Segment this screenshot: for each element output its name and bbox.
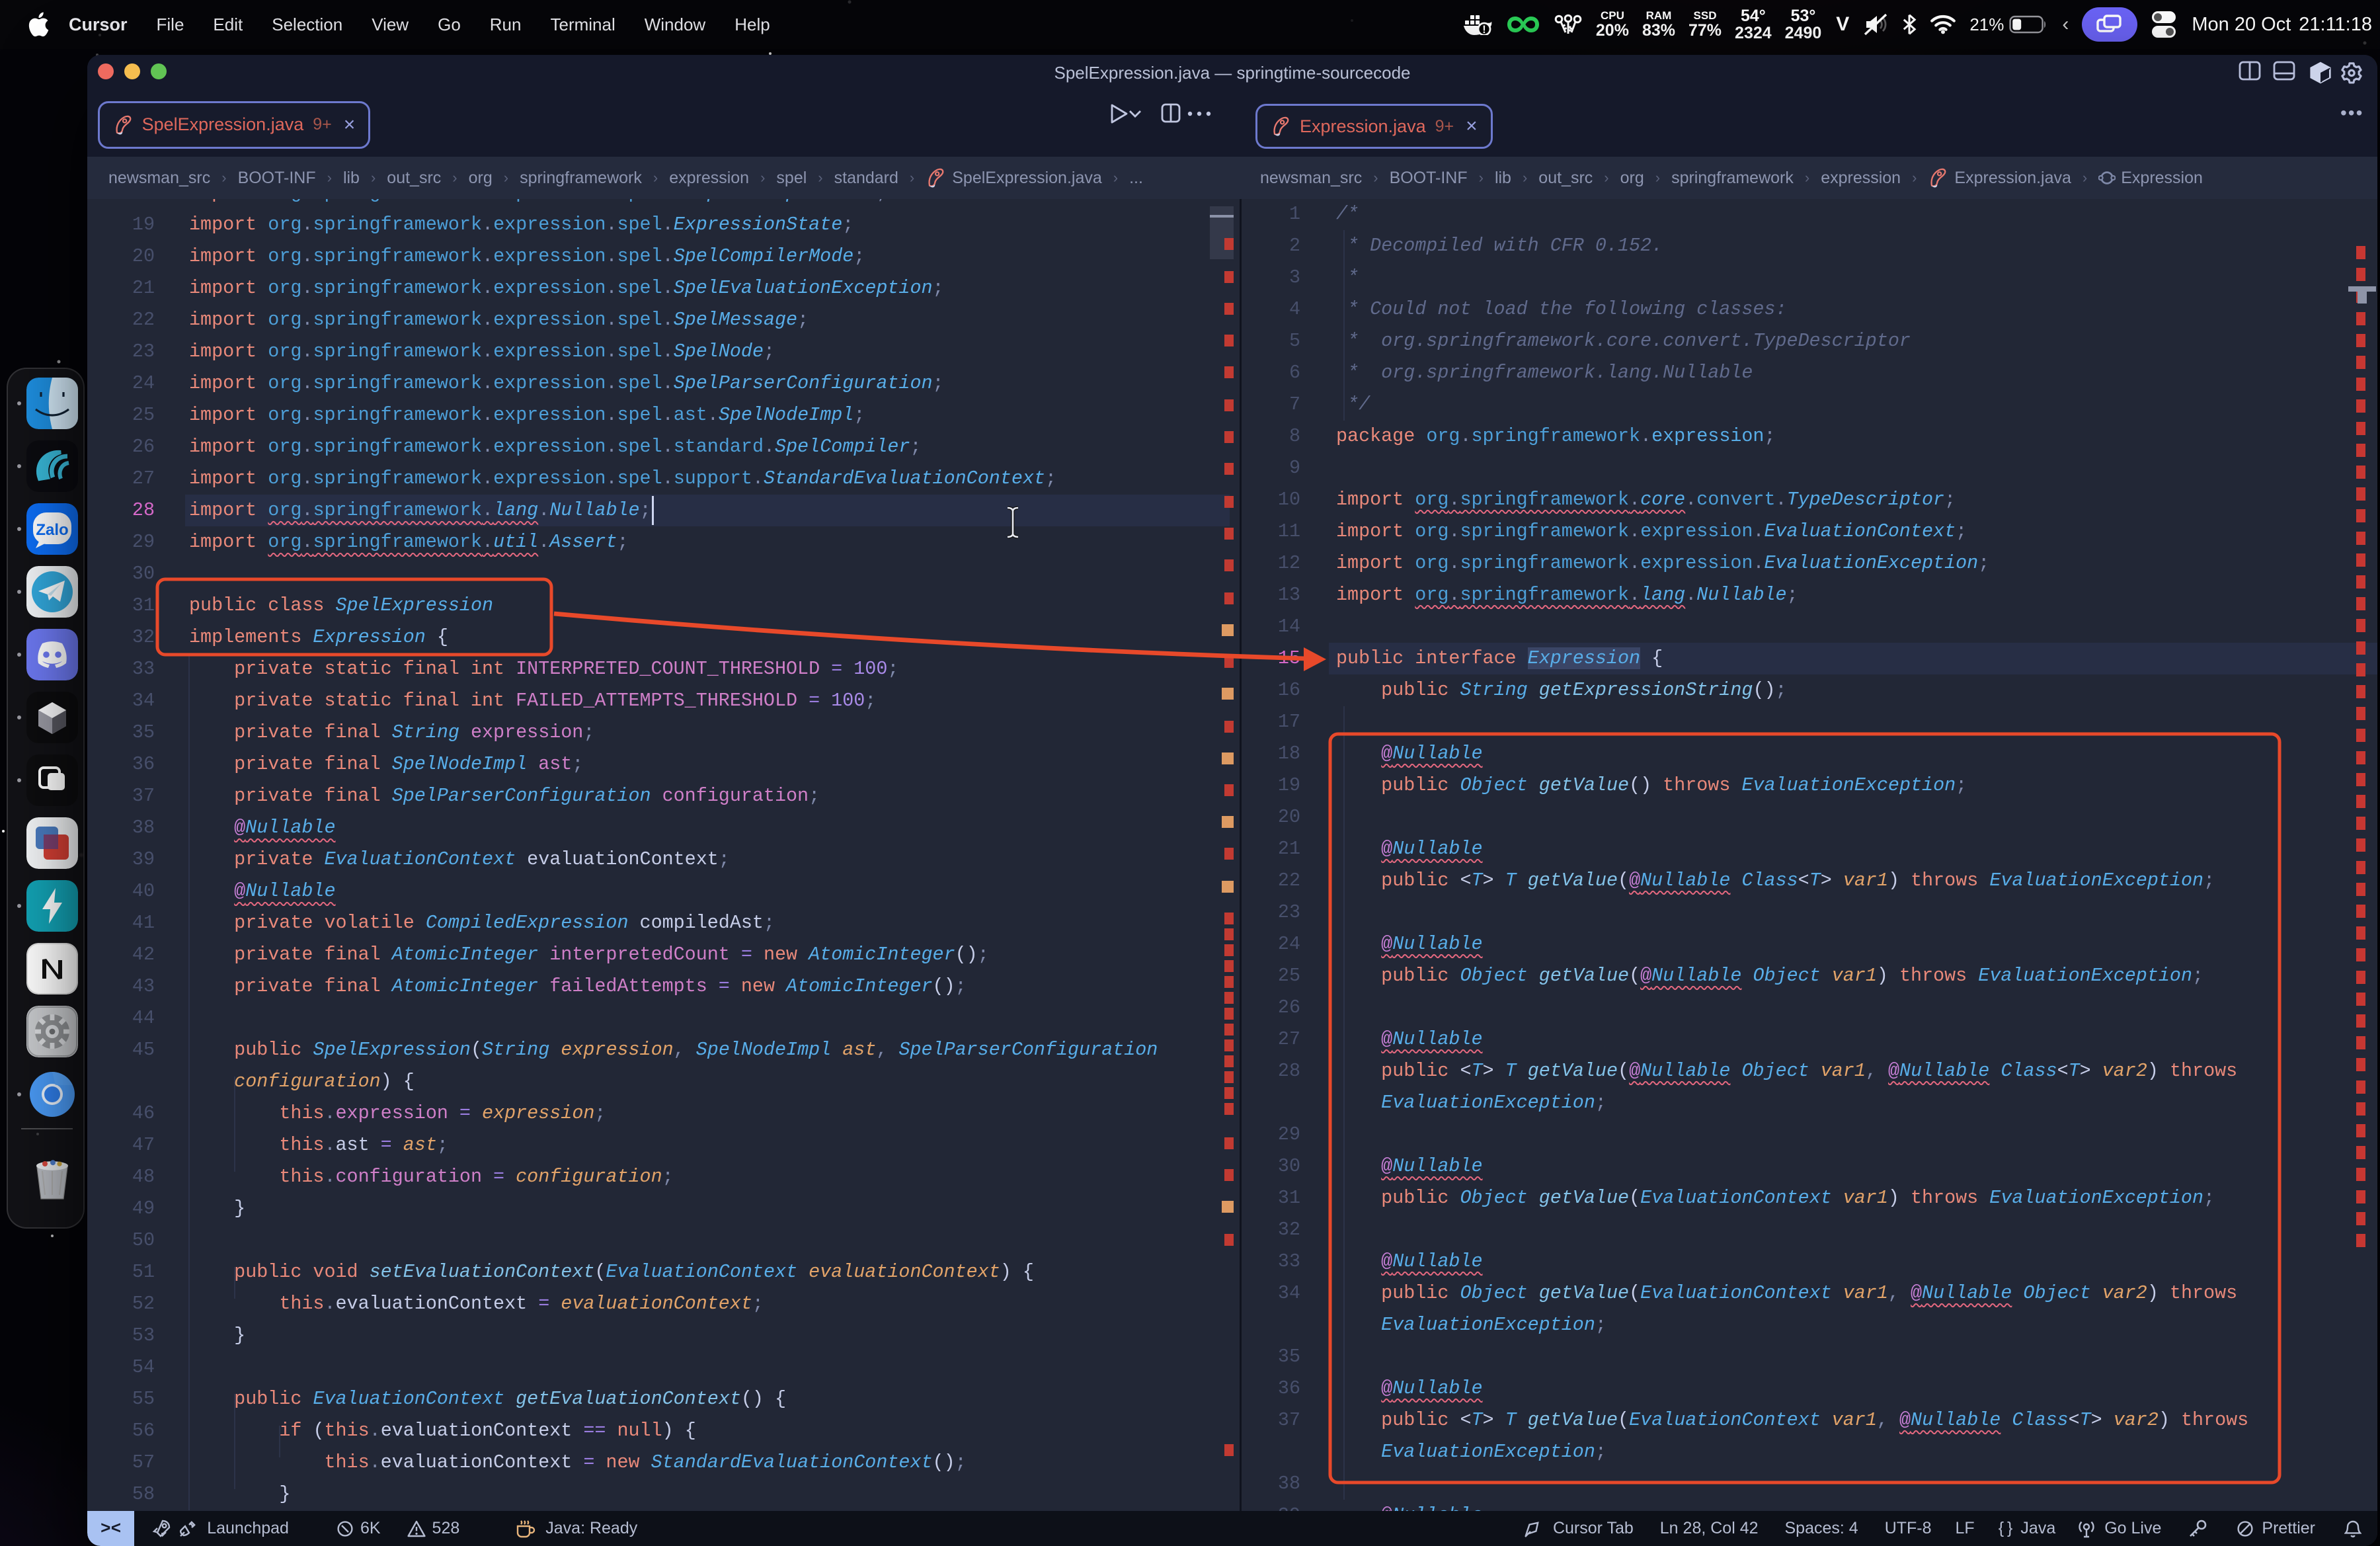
svg-text:!: !: [1482, 23, 1486, 35]
svg-text:Zalo: Zalo: [36, 521, 68, 539]
